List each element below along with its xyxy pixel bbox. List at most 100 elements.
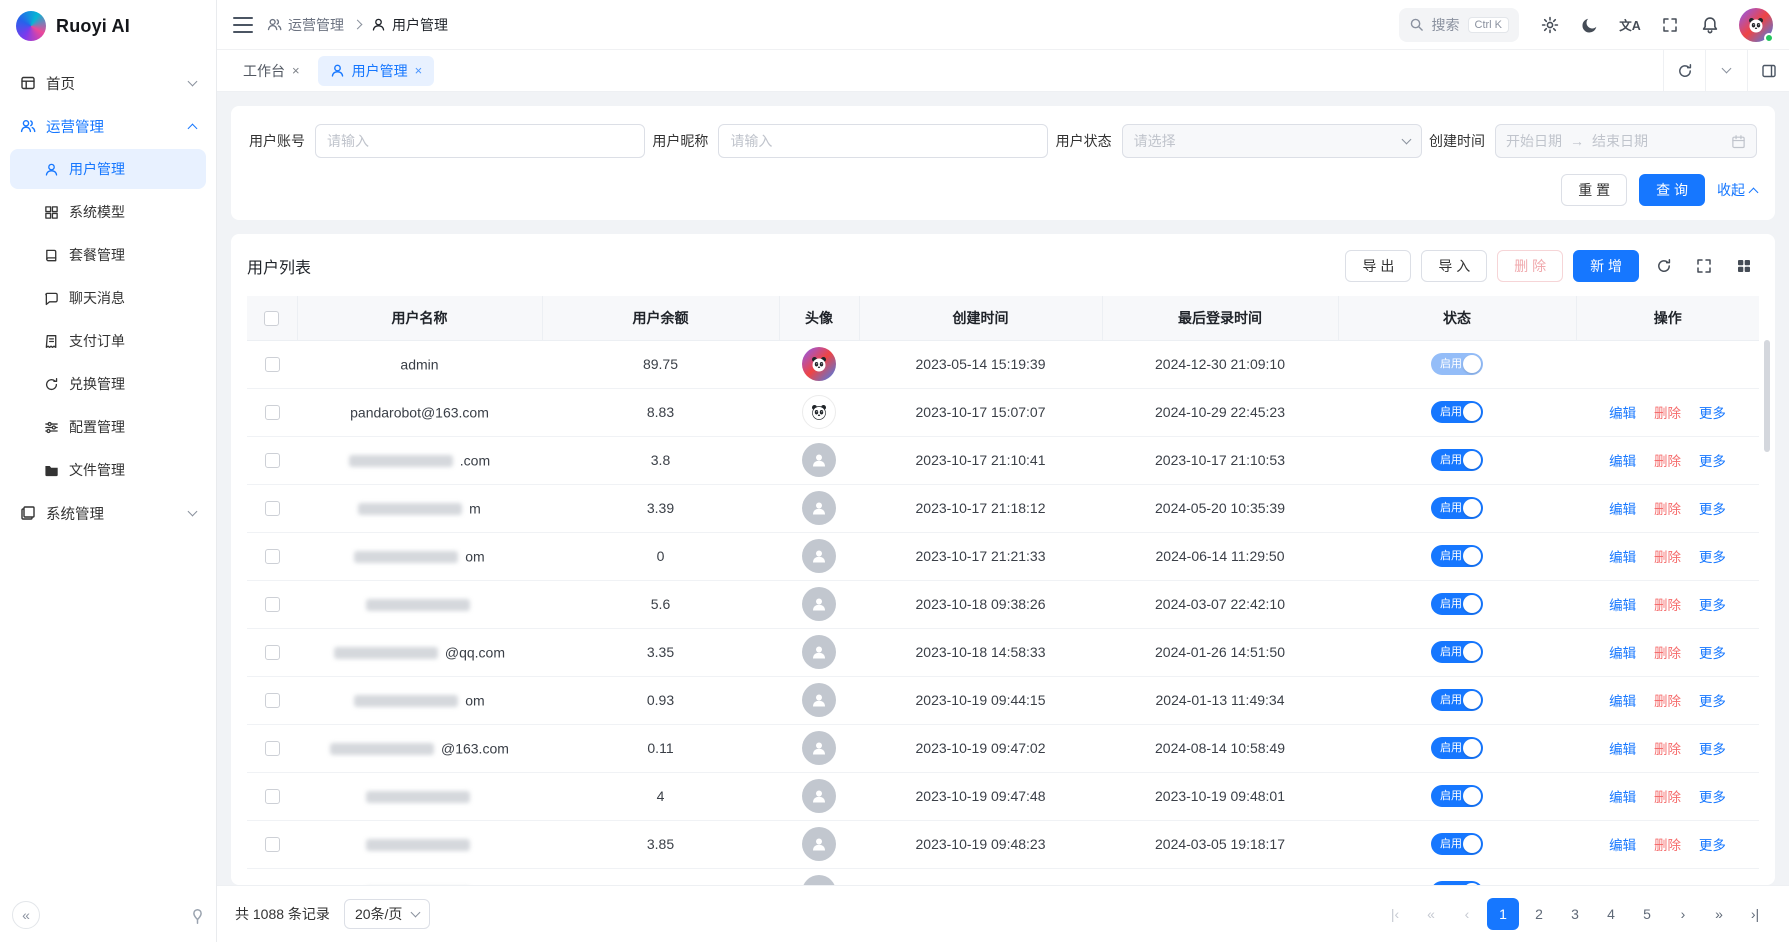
sidebar-item-chat-messages[interactable]: 聊天消息 xyxy=(10,278,206,318)
row-checkbox[interactable] xyxy=(265,453,280,468)
page-button-1[interactable]: 1 xyxy=(1487,898,1519,930)
status-toggle[interactable]: 启用 xyxy=(1431,689,1483,711)
sidebar-item-package-management[interactable]: 套餐管理 xyxy=(10,235,206,275)
edit-link[interactable]: 编辑 xyxy=(1609,742,1636,757)
delete-button[interactable]: 删 除 xyxy=(1497,250,1563,282)
row-checkbox[interactable] xyxy=(265,645,280,660)
global-search-input[interactable]: 搜索 Ctrl K xyxy=(1399,8,1520,42)
export-button[interactable]: 导 出 xyxy=(1345,250,1411,282)
delete-link[interactable]: 删除 xyxy=(1654,550,1681,565)
user-avatar[interactable] xyxy=(1739,8,1773,42)
row-checkbox[interactable] xyxy=(265,597,280,612)
more-link[interactable]: 更多 xyxy=(1699,598,1726,613)
delete-link[interactable]: 删除 xyxy=(1654,598,1681,613)
edit-link[interactable]: 编辑 xyxy=(1609,646,1636,661)
page-button-4[interactable]: 4 xyxy=(1595,898,1627,930)
account-input[interactable] xyxy=(315,124,645,158)
forward-pages-button[interactable]: » xyxy=(1703,898,1735,930)
edit-link[interactable]: 编辑 xyxy=(1609,694,1636,709)
status-toggle[interactable]: 启用 xyxy=(1431,353,1483,375)
row-checkbox[interactable] xyxy=(265,693,280,708)
close-icon[interactable]: × xyxy=(292,64,300,77)
edit-link[interactable]: 编辑 xyxy=(1609,454,1636,469)
sidebar-item-system-model[interactable]: 系统模型 xyxy=(10,192,206,232)
status-select[interactable]: 请选择 xyxy=(1122,124,1422,158)
refresh-icon[interactable] xyxy=(1649,251,1679,281)
delete-link[interactable]: 删除 xyxy=(1654,838,1681,853)
status-toggle[interactable]: 启用 xyxy=(1431,545,1483,567)
row-checkbox[interactable] xyxy=(265,549,280,564)
more-link[interactable]: 更多 xyxy=(1699,646,1726,661)
page-button-5[interactable]: 5 xyxy=(1631,898,1663,930)
status-toggle[interactable]: 启用 xyxy=(1431,881,1483,885)
row-checkbox[interactable] xyxy=(265,501,280,516)
edit-link[interactable]: 编辑 xyxy=(1609,502,1636,517)
delete-link[interactable]: 删除 xyxy=(1654,502,1681,517)
row-checkbox[interactable] xyxy=(265,789,280,804)
sidebar-item-config-management[interactable]: 配置管理 xyxy=(10,407,206,447)
collapse-filters-link[interactable]: 收起 xyxy=(1717,180,1757,200)
hamburger-menu-icon[interactable] xyxy=(233,17,253,33)
expand-icon[interactable] xyxy=(1689,251,1719,281)
more-link[interactable]: 更多 xyxy=(1699,742,1726,757)
more-link[interactable]: 更多 xyxy=(1699,838,1726,853)
select-all-checkbox[interactable] xyxy=(264,311,279,326)
sidebar-item-file-management[interactable]: 文件管理 xyxy=(10,450,206,490)
last-page-button[interactable]: ›| xyxy=(1739,898,1771,930)
row-checkbox[interactable] xyxy=(265,405,280,420)
nickname-input[interactable] xyxy=(718,124,1048,158)
refresh-icon[interactable] xyxy=(1663,50,1705,91)
close-icon[interactable]: × xyxy=(415,64,423,77)
row-checkbox[interactable] xyxy=(265,741,280,756)
sidebar-item-exchange-management[interactable]: 兑换管理 xyxy=(10,364,206,404)
tab-workbench[interactable]: 工作台 × xyxy=(231,56,312,86)
breadcrumb-item-user-management[interactable]: 用户管理 xyxy=(371,15,448,35)
back-pages-button[interactable]: « xyxy=(1415,898,1447,930)
tab-user-management[interactable]: 用户管理 × xyxy=(318,56,435,86)
notifications-bell-icon[interactable] xyxy=(1693,8,1727,42)
first-page-button[interactable]: |‹ xyxy=(1379,898,1411,930)
scrollbar-thumb[interactable] xyxy=(1764,340,1770,452)
translate-icon[interactable]: 文A xyxy=(1613,8,1647,42)
edit-link[interactable]: 编辑 xyxy=(1609,550,1636,565)
delete-link[interactable]: 删除 xyxy=(1654,454,1681,469)
prev-page-button[interactable]: ‹ xyxy=(1451,898,1483,930)
edit-link[interactable]: 编辑 xyxy=(1609,790,1636,805)
status-toggle[interactable]: 启用 xyxy=(1431,641,1483,663)
next-page-button[interactable]: › xyxy=(1667,898,1699,930)
status-toggle[interactable]: 启用 xyxy=(1431,401,1483,423)
page-size-select[interactable]: 20条/页 xyxy=(344,899,430,929)
delete-link[interactable]: 删除 xyxy=(1654,742,1681,757)
more-link[interactable]: 更多 xyxy=(1699,406,1726,421)
more-link[interactable]: 更多 xyxy=(1699,454,1726,469)
breadcrumb-item-operations[interactable]: 运营管理 xyxy=(267,15,344,35)
date-range-picker[interactable]: 开始日期 → 结束日期 xyxy=(1495,124,1757,158)
row-checkbox[interactable] xyxy=(265,837,280,852)
sidebar-collapse-button[interactable]: « xyxy=(12,901,40,929)
settings-gear-icon[interactable] xyxy=(1533,8,1567,42)
edit-link[interactable]: 编辑 xyxy=(1609,598,1636,613)
delete-link[interactable]: 删除 xyxy=(1654,694,1681,709)
dark-mode-moon-icon[interactable] xyxy=(1573,8,1607,42)
layout-toggle-icon[interactable] xyxy=(1747,50,1789,91)
more-link[interactable]: 更多 xyxy=(1699,550,1726,565)
status-toggle[interactable]: 启用 xyxy=(1431,833,1483,855)
edit-link[interactable]: 编辑 xyxy=(1609,838,1636,853)
reset-button[interactable]: 重 置 xyxy=(1561,174,1627,206)
fullscreen-icon[interactable] xyxy=(1653,8,1687,42)
chevron-down-icon[interactable] xyxy=(1705,50,1747,91)
page-button-3[interactable]: 3 xyxy=(1559,898,1591,930)
delete-link[interactable]: 删除 xyxy=(1654,646,1681,661)
status-toggle[interactable]: 启用 xyxy=(1431,497,1483,519)
search-button[interactable]: 查 询 xyxy=(1639,174,1705,206)
more-link[interactable]: 更多 xyxy=(1699,790,1726,805)
delete-link[interactable]: 删除 xyxy=(1654,790,1681,805)
column-settings-icon[interactable] xyxy=(1729,251,1759,281)
status-toggle[interactable]: 启用 xyxy=(1431,737,1483,759)
sidebar-item-user-management[interactable]: 用户管理 xyxy=(10,149,206,189)
sidebar-item-home[interactable]: 首页 xyxy=(10,63,206,103)
edit-link[interactable]: 编辑 xyxy=(1609,406,1636,421)
add-button[interactable]: 新 增 xyxy=(1573,250,1639,282)
sidebar-item-system-management[interactable]: 系统管理 xyxy=(10,493,206,533)
status-toggle[interactable]: 启用 xyxy=(1431,785,1483,807)
